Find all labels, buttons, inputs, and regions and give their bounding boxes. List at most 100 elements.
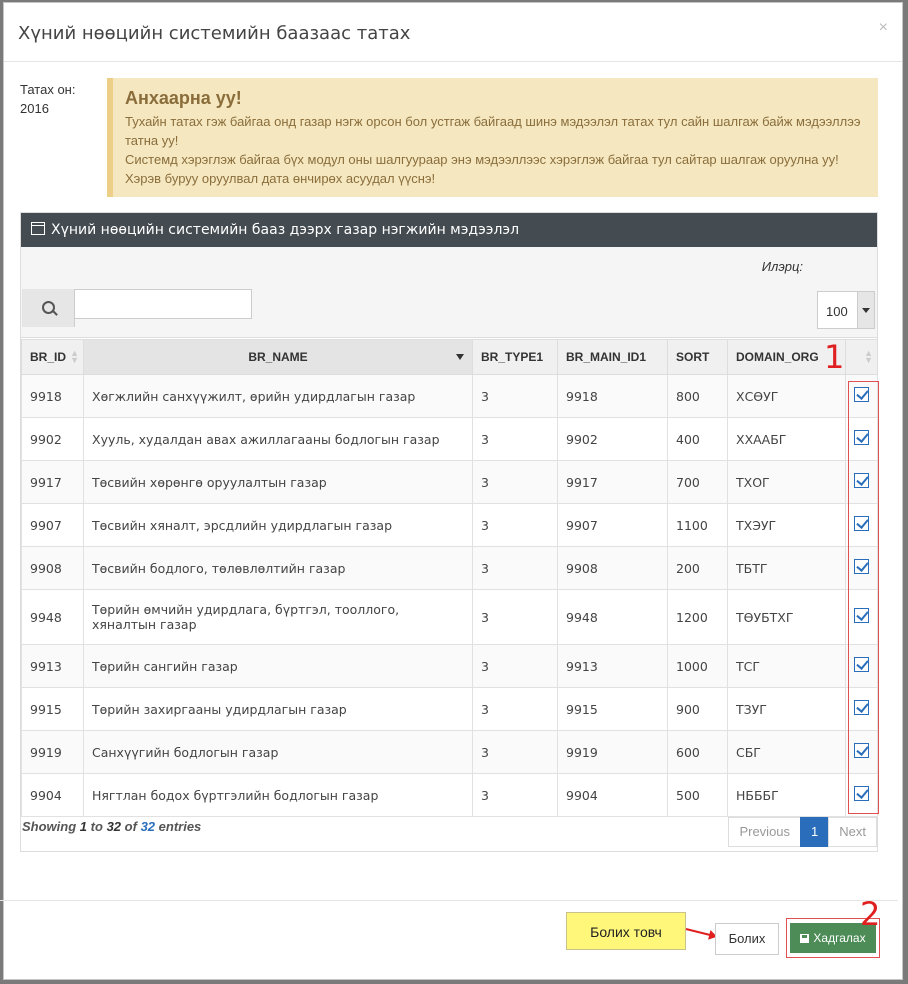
- cell-id: 9907: [21, 503, 84, 547]
- cell-name: Нягтлан бодох бүртгэлийн бодлогын газар: [83, 773, 473, 817]
- cell-type: 3: [472, 503, 558, 547]
- next-page-button[interactable]: Next: [828, 817, 877, 847]
- cell-id: 9919: [21, 730, 84, 774]
- modal-footer-divider: [0, 900, 898, 901]
- info-to-word: to: [90, 819, 103, 834]
- cell-id: 9908: [21, 546, 84, 590]
- table-header-row: BR_ID ▲ ▼ BR_NAME BR_TYPE1 BR_MAIN_ID1 SOR…: [21, 339, 878, 375]
- cell-main: 9907: [557, 503, 668, 547]
- column-header[interactable]: BR_MAIN_ID1: [557, 339, 668, 375]
- cell-main: 9908: [557, 546, 668, 590]
- org-units-table: BR_ID ▲ ▼ BR_NAME BR_TYPE1 BR_MAIN_ID1 SOR…: [21, 339, 878, 817]
- cell-id: 9904: [21, 773, 84, 817]
- cell-type: 3: [472, 417, 558, 461]
- column-header[interactable]: BR_NAME: [83, 339, 473, 375]
- column-header[interactable]: SORT: [667, 339, 728, 375]
- pagination: Previous 1 Next: [728, 817, 877, 847]
- select-column-header[interactable]: ▲ ▼: [845, 339, 878, 375]
- cell-sort: 1000: [667, 644, 728, 688]
- table-row: 9919 Санхүүгийн бодлогын газар 3 9919 600 СБГ: [21, 730, 878, 774]
- table-row: 9908 Төсвийн бодлого, төлөвлөлтийн газар 3…: [21, 546, 878, 590]
- info-total: 32: [140, 819, 156, 834]
- table-row: 9907 Төсвийн хяналт, эрсдлийн удирдлагын …: [21, 503, 878, 547]
- cell-sort: 200: [667, 546, 728, 590]
- info-of-word: of: [124, 819, 137, 834]
- close-icon[interactable]: ×: [879, 19, 888, 37]
- panel-header: Хүний нөөцийн системийн бааз дээрх газар…: [21, 213, 877, 247]
- page-1-button[interactable]: 1: [800, 817, 830, 847]
- annotation-marker-2: 2: [860, 895, 881, 933]
- year-value: 2016: [20, 101, 49, 116]
- annotation-note: Болих товч: [566, 912, 686, 950]
- cell-main: 9902: [557, 417, 668, 461]
- cell-org: ХСӨУГ: [727, 374, 846, 418]
- cell-org: ТХОГ: [727, 460, 846, 504]
- sort-icon: ▲ ▼: [70, 348, 79, 365]
- cell-org: ТЗУГ: [727, 687, 846, 731]
- cell-org: ХХААБГ: [727, 417, 846, 461]
- cell-org: ТХЭУГ: [727, 503, 846, 547]
- cell-main: 9915: [557, 687, 668, 731]
- cell-sort: 700: [667, 460, 728, 504]
- year-field: Татах он: 2016: [20, 80, 75, 118]
- panel-toolbar: Илэрц:: [21, 247, 877, 288]
- org-units-panel: Хүний нөөцийн системийн бааз дээрх газар…: [20, 212, 878, 852]
- cell-name: Хөгжлийн санхүүжилт, өрийн удирдлагын га…: [83, 374, 473, 418]
- cancel-button[interactable]: Болих: [715, 923, 779, 955]
- alert-line-2: Системд хэрэглэж байгаа бүх модул оны ша…: [125, 152, 839, 186]
- floppy-icon: [800, 934, 810, 943]
- table-row: 9948 Төрийн өмчийн удирдлага, бүртгэл, то…: [21, 589, 878, 645]
- cell-main: 9918: [557, 374, 668, 418]
- search-icon: [42, 301, 55, 314]
- cell-name: Санхүүгийн бодлогын газар: [83, 730, 473, 774]
- cell-id: 9917: [21, 460, 84, 504]
- cell-main: 9919: [557, 730, 668, 774]
- table-row: 9915 Төрийн захиргааны удирдлагын газар 3 9…: [21, 687, 878, 731]
- search-input[interactable]: [74, 289, 252, 319]
- calendar-icon: [31, 222, 45, 235]
- cell-name: Төрийн өмчийн удирдлага, бүртгэл, тоолло…: [83, 589, 473, 645]
- table-row: 9902 Хууль, худалдан авах ажиллагааны бод…: [21, 417, 878, 461]
- panel-title: Хүний нөөцийн системийн бааз дээрх газар…: [51, 222, 520, 238]
- sort-desc-icon: [456, 354, 464, 360]
- chevron-down-icon: [857, 292, 874, 328]
- modal-title: Хүний нөөцийн системийн баазаас татах: [18, 23, 411, 44]
- column-header[interactable]: BR_ID ▲ ▼: [21, 339, 84, 375]
- page-size-value: 100: [826, 304, 848, 319]
- cell-sort: 1100: [667, 503, 728, 547]
- cell-type: 3: [472, 644, 558, 688]
- cell-main: 9917: [557, 460, 668, 504]
- cell-sort: 900: [667, 687, 728, 731]
- cell-org: СБГ: [727, 730, 846, 774]
- cell-name: Төсвийн хөрөнгө оруулалтын газар: [83, 460, 473, 504]
- cell-type: 3: [472, 460, 558, 504]
- save-label: Хадгалах: [813, 931, 866, 945]
- cell-name: Төрийн сангийн газар: [83, 644, 473, 688]
- table-row: 9904 Нягтлан бодох бүртгэлийн бодлогын га…: [21, 773, 878, 817]
- cell-sort: 800: [667, 374, 728, 418]
- prev-page-button[interactable]: Previous: [728, 817, 802, 847]
- annotation-checkbox-highlight: [848, 381, 879, 814]
- info-showing: Showing: [22, 819, 77, 834]
- cell-sort: 500: [667, 773, 728, 817]
- cell-type: 3: [472, 687, 558, 731]
- table-row: 9913 Төрийн сангийн газар 3 9913 1000 ТСГ: [21, 644, 878, 688]
- page-size-select[interactable]: 100: [817, 291, 875, 329]
- cell-type: 3: [472, 773, 558, 817]
- cell-name: Хууль, худалдан авах ажиллагааны бодлогы…: [83, 417, 473, 461]
- cell-main: 9913: [557, 644, 668, 688]
- cell-name: Төсвийн бодлого, төлөвлөлтийн газар: [83, 546, 473, 590]
- search-bar: 100: [21, 287, 877, 338]
- column-header[interactable]: BR_TYPE1: [472, 339, 558, 375]
- cell-id: 9918: [21, 374, 84, 418]
- table-info: Showing 1 to 32 of 32 entries: [21, 819, 201, 834]
- table-row: 9917 Төсвийн хөрөнгө оруулалтын газар 3 991…: [21, 460, 878, 504]
- modal-header: Хүний нөөцийн системийн баазаас татах ×: [4, 3, 902, 62]
- table-row: 9918 Хөгжлийн санхүүжилт, өрийн удирдлагы…: [21, 374, 878, 418]
- found-label: Илэрц:: [761, 259, 803, 274]
- cell-sort: 1200: [667, 589, 728, 645]
- cell-org: НБББГ: [727, 773, 846, 817]
- search-button[interactable]: [22, 289, 75, 327]
- annotation-marker-1: 1: [824, 338, 845, 376]
- cell-id: 9902: [21, 417, 84, 461]
